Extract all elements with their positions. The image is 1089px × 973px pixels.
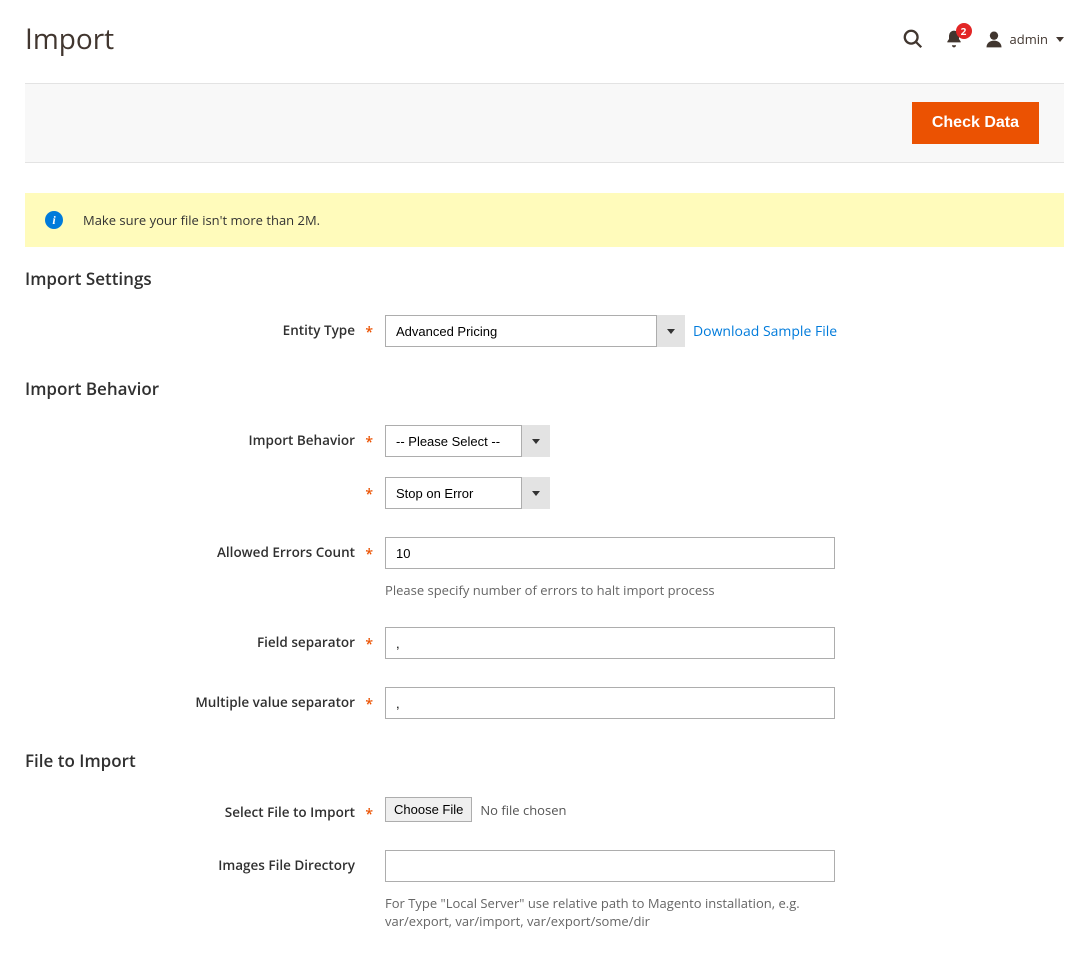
allowed-errors-row: Allowed Errors Count Please specify numb… (25, 537, 1064, 599)
file-status: No file chosen (480, 801, 566, 819)
file-to-import-section: File to Import Select File to Import Cho… (0, 749, 1089, 930)
select-file-label: Select File to Import (25, 797, 385, 821)
allowed-errors-input[interactable] (385, 537, 835, 569)
multiple-value-separator-input[interactable] (385, 687, 835, 719)
images-file-directory-row: Images File Directory For Type "Local Se… (25, 850, 1064, 930)
check-data-button[interactable]: Check Data (912, 102, 1039, 144)
notice-message: i Make sure your file isn't more than 2M… (25, 193, 1064, 247)
allowed-errors-hint: Please specify number of errors to halt … (385, 581, 1064, 599)
import-settings-section: Import Settings Entity Type Advanced Pri… (0, 267, 1089, 347)
field-separator-row: Field separator (25, 627, 1064, 659)
entity-type-label: Entity Type (25, 315, 385, 339)
page-title: Import (25, 20, 114, 58)
notifications-button[interactable]: 2 (944, 29, 964, 49)
allowed-errors-label: Allowed Errors Count (25, 537, 385, 561)
info-icon: i (45, 211, 63, 229)
section-title-import-settings: Import Settings (25, 267, 1064, 290)
page-header: Import 2 admin (0, 0, 1089, 83)
download-sample-file-link[interactable]: Download Sample File (693, 322, 837, 341)
action-bar: Check Data (25, 83, 1064, 163)
notifications-badge: 2 (956, 23, 972, 39)
images-file-directory-label: Images File Directory (25, 850, 385, 874)
import-behavior-select[interactable]: -- Please Select -- (385, 425, 550, 457)
select-file-row: Select File to Import Choose File No fil… (25, 797, 1064, 822)
entity-type-select[interactable]: Advanced Pricing (385, 315, 685, 347)
choose-file-button[interactable]: Choose File (385, 797, 472, 822)
images-file-directory-hint: For Type "Local Server" use relative pat… (385, 894, 835, 930)
multiple-value-separator-label: Multiple value separator (25, 687, 385, 711)
search-icon (902, 28, 924, 50)
field-separator-label: Field separator (25, 627, 385, 651)
search-button[interactable] (902, 28, 924, 50)
notice-text: Make sure your file isn't more than 2M. (83, 211, 320, 229)
user-icon (984, 29, 1004, 49)
entity-type-row: Entity Type Advanced Pricing Download Sa… (25, 315, 1064, 347)
validation-strategy-label (25, 477, 385, 483)
admin-username: admin (1010, 30, 1048, 48)
chevron-down-icon (1056, 37, 1064, 42)
import-behavior-section: Import Behavior Import Behavior -- Pleas… (0, 377, 1089, 719)
admin-user-menu[interactable]: admin (984, 29, 1064, 49)
validation-strategy-select[interactable]: Stop on Error (385, 477, 550, 509)
section-title-file-to-import: File to Import (25, 749, 1064, 772)
multiple-value-separator-row: Multiple value separator (25, 687, 1064, 719)
header-actions: 2 admin (902, 28, 1064, 50)
section-title-import-behavior: Import Behavior (25, 377, 1064, 400)
import-behavior-label: Import Behavior (25, 425, 385, 449)
validation-strategy-row: Stop on Error (25, 477, 1064, 509)
import-behavior-row: Import Behavior -- Please Select -- (25, 425, 1064, 457)
images-file-directory-input[interactable] (385, 850, 835, 882)
field-separator-input[interactable] (385, 627, 835, 659)
